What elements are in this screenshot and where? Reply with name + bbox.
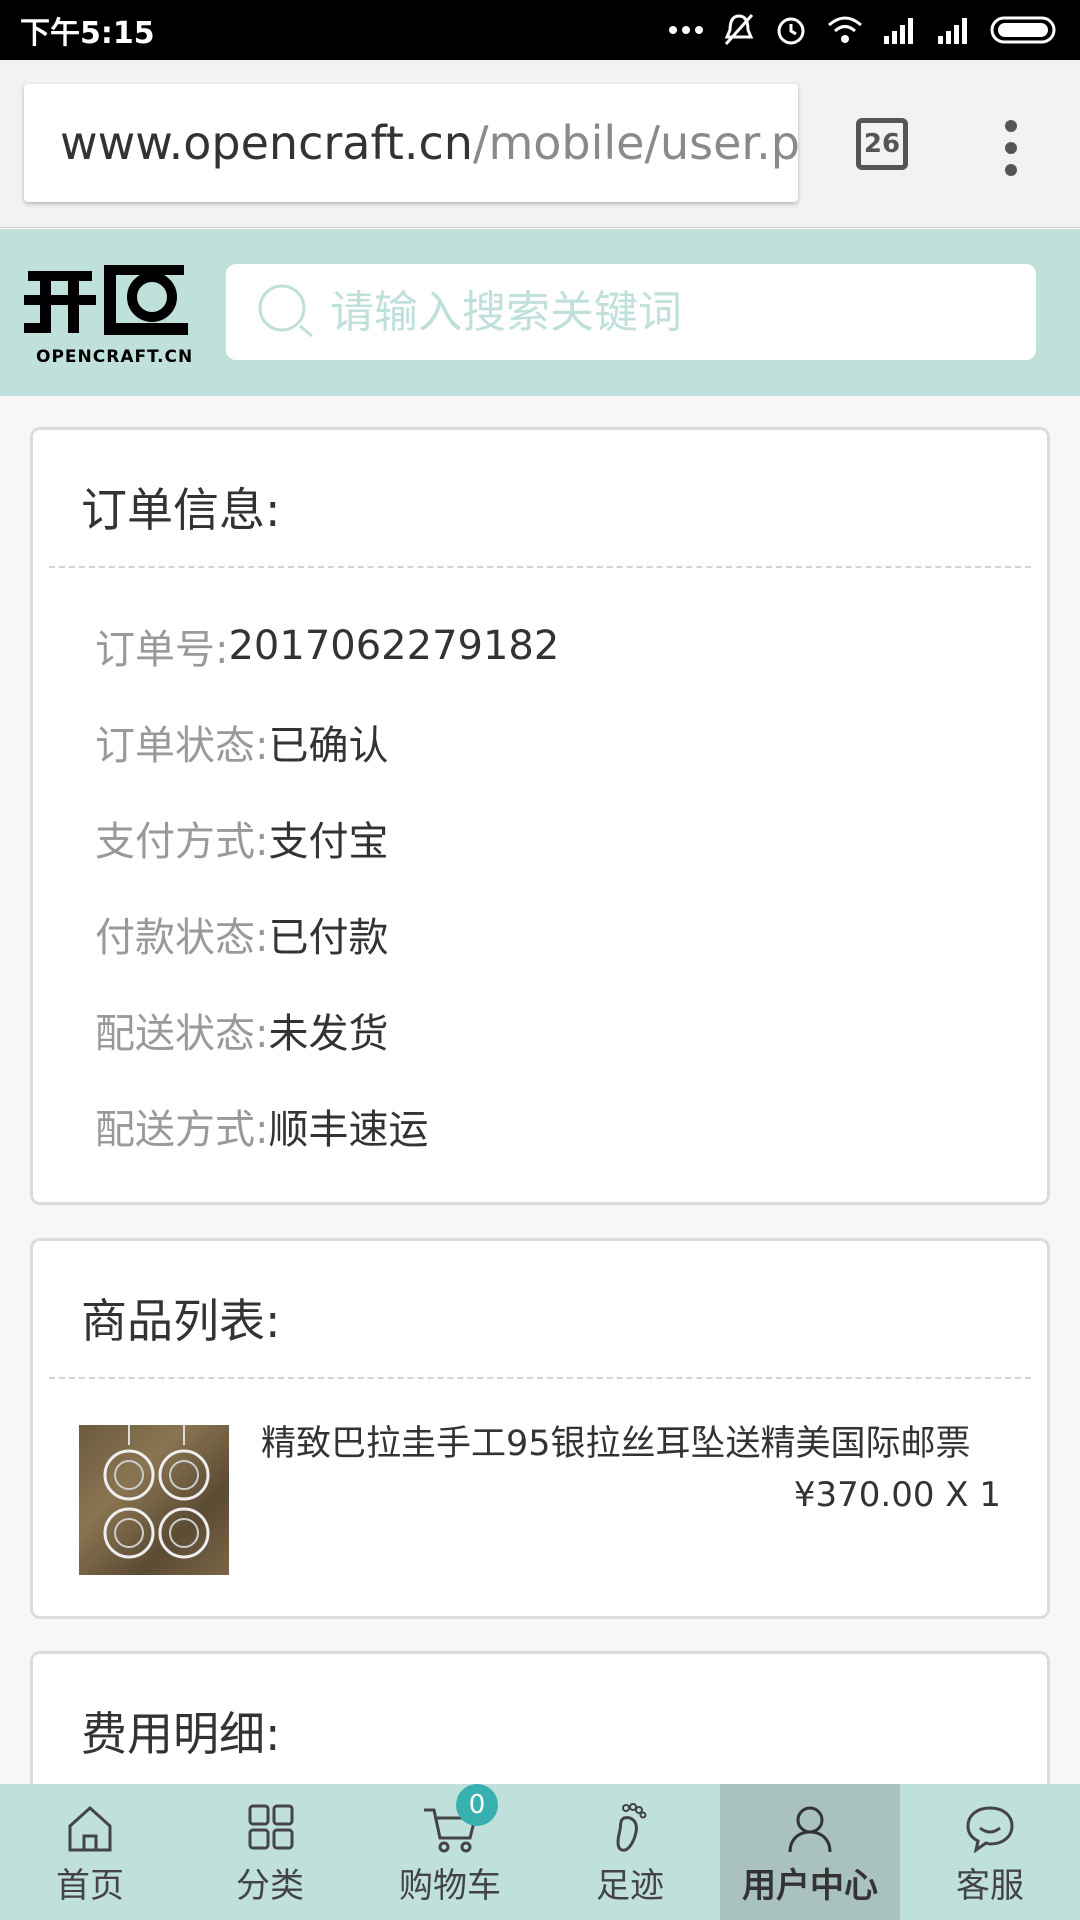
signal-icon-2 — [938, 18, 967, 44]
order-number-label: 订单号: — [95, 627, 229, 673]
fee-details-title: 费用明细: — [81, 1707, 281, 1761]
alarm-icon — [777, 17, 805, 45]
product-image[interactable] — [79, 1425, 229, 1575]
status-icons — [668, 12, 1060, 48]
shipping-method-row: 配送方式: 顺丰速运 — [95, 1078, 1047, 1174]
order-status-row: 订单状态: 已确认 — [95, 694, 1047, 790]
nav-cart[interactable]: 0 购物车 — [360, 1784, 540, 1920]
order-status-label: 订单状态: — [95, 723, 269, 769]
nav-category[interactable]: 分类 — [180, 1784, 360, 1920]
nav-label-category: 分类 — [236, 1866, 304, 1906]
battery-icon — [990, 16, 1056, 44]
shipping-status-label: 配送状态: — [95, 1011, 269, 1057]
nav-home[interactable]: 首页 — [0, 1784, 180, 1920]
user-icon — [788, 1806, 832, 1853]
search-bar[interactable] — [226, 264, 1036, 360]
grid-icon — [248, 1804, 294, 1850]
order-number-value: 2017062279182 — [228, 623, 560, 669]
search-icon — [258, 284, 313, 338]
nav-label-cart: 购物车 — [399, 1866, 501, 1906]
url-path: /mobile/user.ph — [472, 116, 798, 170]
browser-toolbar: www.opencraft.cn/mobile/user.ph 26 — [0, 60, 1080, 228]
payment-method-label: 支付方式: — [95, 819, 269, 865]
order-number-row: 订单号: 2017062279182 — [95, 598, 1047, 694]
chat-icon — [966, 1806, 1014, 1854]
earring-image-icon — [103, 1425, 210, 1559]
product-name[interactable]: 精致巴拉圭手工95银拉丝耳坠送精美国际邮票 — [261, 1415, 971, 1466]
product-price: ¥370.00 X 1 — [793, 1475, 1001, 1515]
bottom-nav: 首页 分类 0 购物车 足迹 用户中心 客服 — [0, 1784, 1080, 1920]
mute-bell-icon — [724, 13, 754, 46]
browser-menu-icon[interactable] — [996, 120, 1026, 176]
payment-method-value: 支付宝 — [268, 819, 389, 865]
more-dots-icon — [669, 26, 703, 34]
shipping-status-value: 未发货 — [268, 1011, 389, 1057]
order-info-list: 订单号: 2017062279182 订单状态: 已确认 支付方式: 支付宝 付… — [33, 568, 1047, 1174]
order-status-value: 已确认 — [268, 723, 389, 769]
payment-method-row: 支付方式: 支付宝 — [95, 790, 1047, 886]
payment-status-value: 已付款 — [268, 915, 389, 961]
nav-label-footprint: 足迹 — [596, 1866, 664, 1906]
nav-footprint[interactable]: 足迹 — [540, 1784, 720, 1920]
status-time: 下午5:15 — [20, 16, 155, 51]
nav-label-user-center: 用户中心 — [742, 1866, 878, 1906]
url-domain: www.opencraft.cn — [60, 116, 473, 170]
payment-status-row: 付款状态: 已付款 — [95, 886, 1047, 982]
product-item[interactable]: 精致巴拉圭手工95银拉丝耳坠送精美国际邮票 ¥370.00 X 1 — [33, 1379, 1047, 1579]
nav-user-center[interactable]: 用户中心 — [720, 1784, 900, 1920]
site-header: OPENCRAFT.CN — [0, 229, 1080, 396]
logo-mark-icon — [24, 265, 188, 335]
product-list-title: 商品列表: — [81, 1294, 281, 1348]
payment-status-label: 付款状态: — [95, 915, 269, 961]
nav-customer-service[interactable]: 客服 — [900, 1784, 1080, 1920]
tab-switcher-button[interactable]: 26 — [856, 118, 908, 170]
nav-label-home: 首页 — [56, 1866, 124, 1906]
order-info-title: 订单信息: — [81, 483, 281, 537]
site-logo[interactable]: OPENCRAFT.CN — [24, 257, 194, 367]
footprint-icon — [616, 1803, 647, 1852]
product-list-card: 商品列表: 精致巴拉圭手工95银拉丝耳坠送精美国际邮票 ¥370.00 X 1 — [30, 1238, 1050, 1619]
status-bar: 下午5:15 — [0, 0, 1080, 60]
signal-icon — [884, 18, 913, 44]
cart-count-badge: 0 — [456, 1784, 498, 1826]
nav-label-customer-service: 客服 — [956, 1866, 1024, 1906]
logo-text: OPENCRAFT.CN — [36, 347, 194, 367]
home-icon — [68, 1805, 112, 1852]
order-info-card: 订单信息: 订单号: 2017062279182 订单状态: 已确认 支付方式:… — [30, 427, 1050, 1205]
shipping-status-row: 配送状态: 未发货 — [95, 982, 1047, 1078]
shipping-method-label: 配送方式: — [95, 1107, 269, 1153]
wifi-icon — [828, 16, 862, 43]
search-input[interactable] — [330, 286, 1010, 338]
address-bar[interactable]: www.opencraft.cn/mobile/user.ph — [24, 84, 798, 202]
shipping-method-value: 顺丰速运 — [268, 1107, 429, 1153]
